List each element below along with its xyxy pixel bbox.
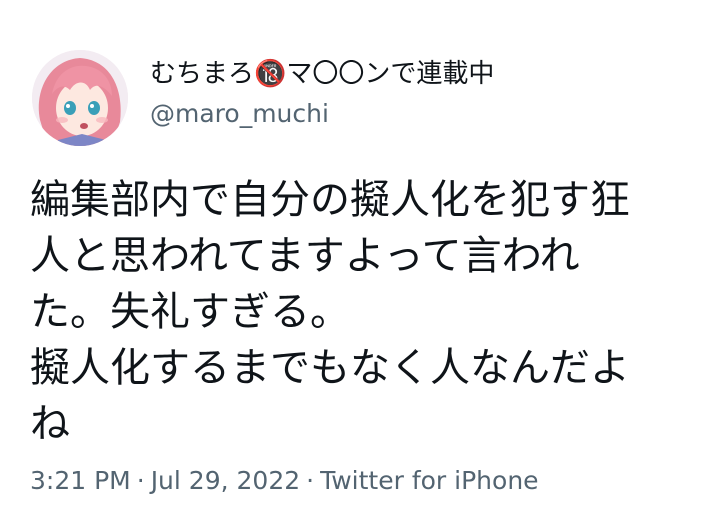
user-handle[interactable]: @maro_muchi bbox=[150, 98, 329, 130]
avatar-image bbox=[32, 50, 128, 146]
tweet-source[interactable]: Twitter for iPhone bbox=[320, 466, 538, 495]
avatar[interactable] bbox=[32, 50, 128, 146]
display-name[interactable]: むちまろ🔞マ〇〇ンで連載中 bbox=[150, 57, 494, 91]
tweet-text-line: た。失礼すぎる。 bbox=[30, 289, 350, 335]
tweet-time[interactable]: 3:21 PM bbox=[30, 466, 131, 495]
tweet-card: むちまろ🔞マ〇〇ンで連載中 @maro_muchi 編集部内で自分の擬人化を犯す… bbox=[0, 0, 720, 531]
meta-separator: · bbox=[306, 466, 315, 495]
tweet-text: 編集部内で自分の擬人化を犯す狂 人と思われてますよって言われ た。失礼すぎる。 … bbox=[30, 172, 698, 452]
tweet-text-line: ね bbox=[30, 401, 70, 447]
tweet-date[interactable]: Jul 29, 2022 bbox=[151, 466, 300, 495]
tweet-text-line: 擬人化するまでもなく人なんだよ bbox=[30, 345, 630, 391]
tweet-text-line: 人と思われてますよって言われ bbox=[30, 233, 580, 279]
tweet-text-line: 編集部内で自分の擬人化を犯す狂 bbox=[30, 177, 630, 223]
tweet-meta: 3:21 PM · Jul 29, 2022 · Twitter for iPhone bbox=[30, 464, 539, 498]
meta-separator: · bbox=[136, 466, 145, 495]
